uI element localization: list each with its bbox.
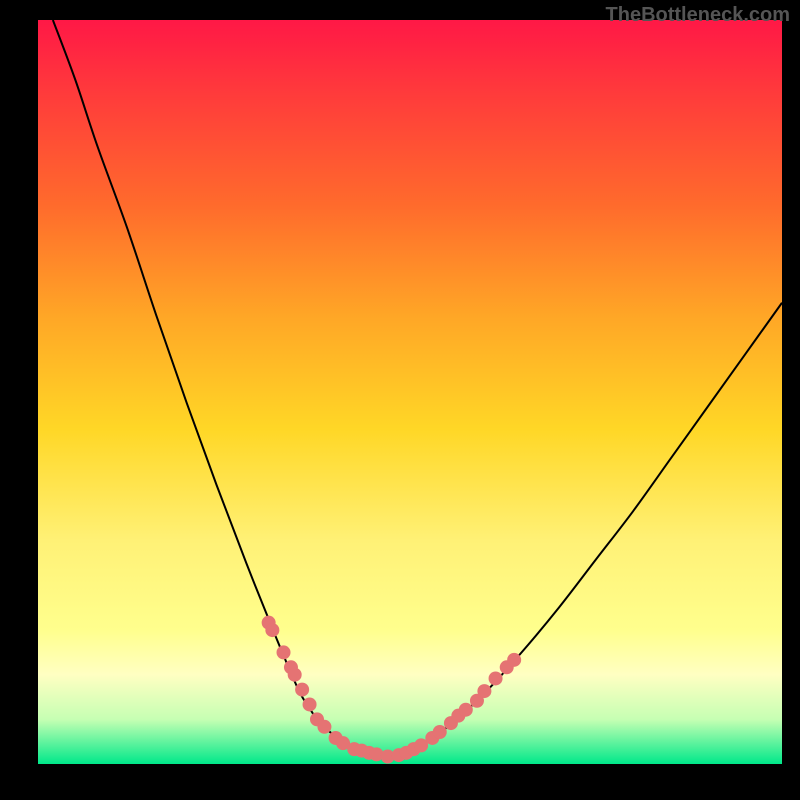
right-curve (384, 303, 782, 757)
chart-svg (38, 20, 782, 764)
data-marker (433, 725, 447, 739)
data-marker (507, 653, 521, 667)
chart-container: TheBottleneck.com (0, 0, 800, 800)
data-marker (288, 668, 302, 682)
data-marker (477, 684, 491, 698)
data-marker (277, 645, 291, 659)
data-marker (295, 683, 309, 697)
marker-group (262, 616, 522, 764)
data-marker (459, 703, 473, 717)
left-curve (53, 20, 384, 757)
data-marker (317, 720, 331, 734)
data-marker (265, 623, 279, 637)
plot-area (38, 20, 782, 764)
data-marker (303, 697, 317, 711)
data-marker (489, 671, 503, 685)
watermark-text: TheBottleneck.com (606, 4, 790, 27)
